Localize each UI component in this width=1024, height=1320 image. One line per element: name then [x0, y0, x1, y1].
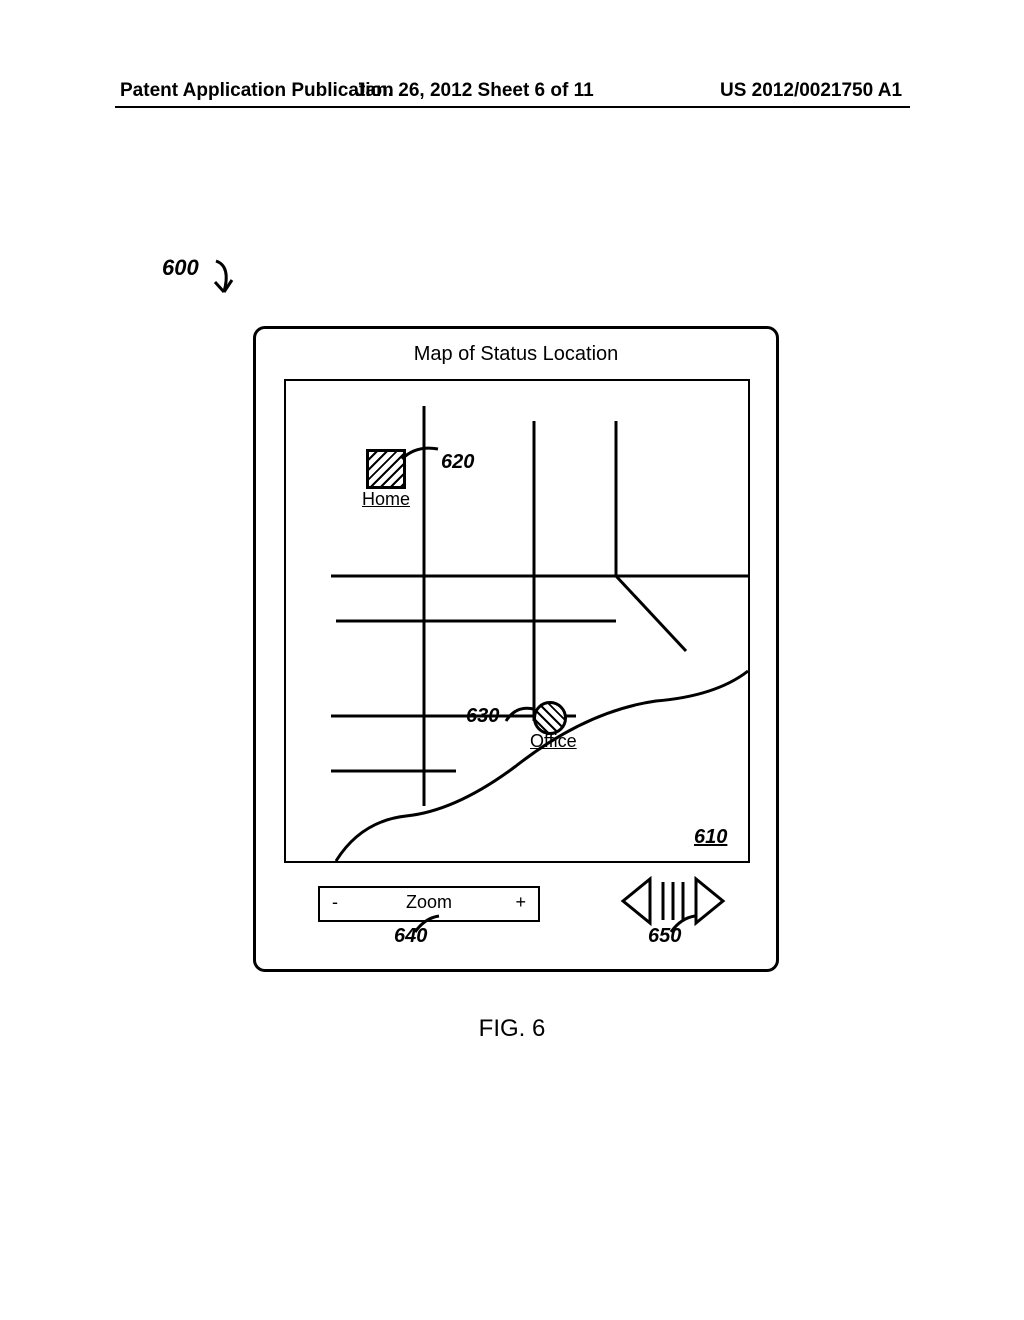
ref-650: 650: [648, 925, 681, 948]
zoom-label: Zoom: [320, 892, 538, 913]
pan-right-icon[interactable]: [696, 879, 723, 923]
ref-600: 600: [162, 255, 199, 281]
ref-620: 620: [441, 451, 474, 474]
header-left: Patent Application Publication: [120, 80, 394, 102]
header-right: US 2012/0021750 A1: [720, 80, 902, 102]
ref-610: 610: [694, 826, 727, 849]
map-title: Map of Status Location: [256, 343, 776, 366]
leader-630-icon: [504, 701, 536, 725]
pan-left-icon[interactable]: [623, 879, 650, 923]
map-grid-icon: [286, 381, 748, 861]
ref-630: 630: [466, 705, 499, 728]
figure-caption: FIG. 6: [0, 1015, 1024, 1043]
office-label: Office: [530, 731, 577, 752]
ref-640: 640: [394, 925, 427, 948]
device-frame: Map of Status Location Home 620 Office: [253, 326, 779, 972]
home-label: Home: [362, 489, 410, 510]
zoom-in-button[interactable]: +: [515, 892, 526, 913]
header-rule: [115, 106, 910, 108]
leader-620-icon: [396, 439, 444, 463]
map-area[interactable]: Home 620 Office 630 610: [284, 379, 750, 863]
office-marker-icon[interactable]: [533, 701, 567, 735]
header-center: Jan. 26, 2012 Sheet 6 of 11: [355, 80, 594, 102]
arrow-600-icon: [206, 258, 246, 308]
